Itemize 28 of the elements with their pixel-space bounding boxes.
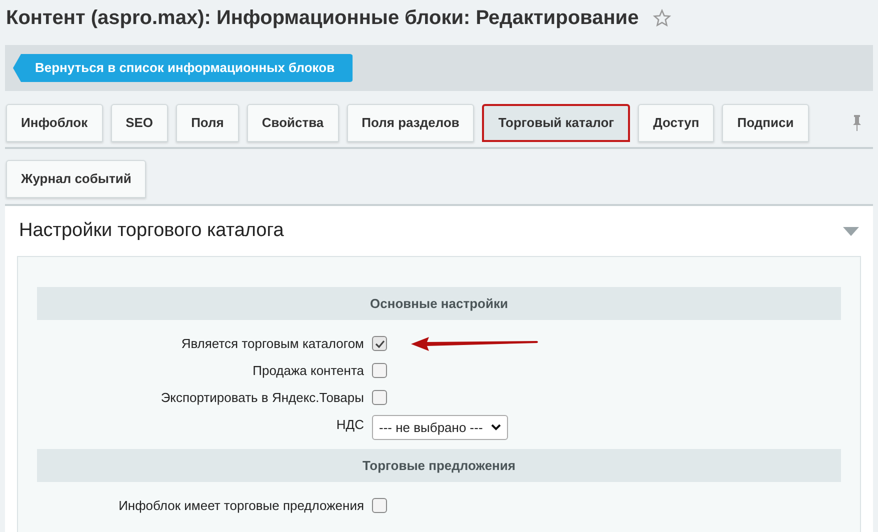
tab[interactable]: Торговый каталог	[482, 104, 630, 142]
collapse-icon[interactable]	[843, 226, 859, 236]
tab[interactable]: Доступ	[638, 104, 714, 142]
tab[interactable]: SEO	[110, 104, 168, 142]
checkbox[interactable]	[372, 336, 387, 351]
tab[interactable]: Инфоблок	[6, 104, 103, 142]
section-header: Торговые предложения	[37, 449, 841, 482]
field-label: Является торговым каталогом	[181, 334, 364, 353]
section-header: Основные настройки	[37, 287, 841, 320]
checkbox[interactable]	[372, 498, 387, 513]
star-icon[interactable]	[652, 9, 671, 27]
tab[interactable]: Поля	[176, 104, 239, 142]
field-label: Продажа контента	[252, 362, 364, 380]
tab[interactable]: Подписи	[722, 104, 809, 142]
select-field[interactable]: --- не выбрано ---	[372, 415, 508, 440]
chevron-down-icon	[490, 424, 501, 431]
checkbox[interactable]	[372, 363, 387, 378]
checkmark-icon	[374, 340, 384, 348]
checkbox[interactable]	[372, 390, 387, 405]
field-label: Инфоблок имеет торговые предложения	[118, 496, 364, 515]
field-label: НДС	[336, 416, 364, 434]
page-title: Контент (aspro.max): Информационные блоки: Редактирование	[6, 6, 639, 31]
field-label: Экспортировать в Яндекс.Товары	[160, 388, 364, 407]
panel-title: Настройки торгового каталога	[19, 218, 284, 243]
pin-icon[interactable]	[852, 114, 862, 132]
tab[interactable]: Журнал событий	[6, 160, 146, 198]
tab[interactable]: Свойства	[246, 104, 339, 142]
tab[interactable]: Поля разделов	[346, 104, 474, 142]
